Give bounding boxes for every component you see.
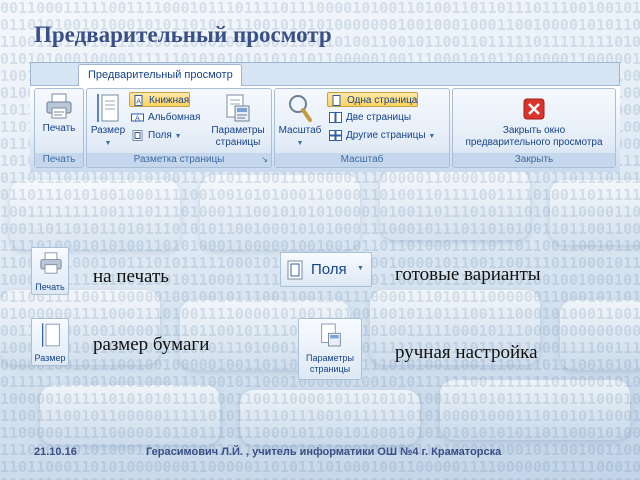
close-preview-button[interactable]: Закрыть окно предварительного просмотра <box>455 91 613 151</box>
page-setup-label: Разметка страницы <box>133 154 225 165</box>
page-size-icon <box>42 323 60 347</box>
dialog-launcher-icon[interactable]: ↘ <box>261 153 268 167</box>
size-button[interactable]: Размер ▼ <box>89 91 127 151</box>
page-params-label-2: страницы <box>215 137 261 148</box>
chevron-down-icon: ▼ <box>174 133 182 140</box>
slide-title: Предварительный просмотр <box>34 22 332 47</box>
other-pages-label: Другие страницы <box>346 130 426 141</box>
one-page-icon <box>332 95 341 106</box>
footer-date: 21.10.16 <box>34 446 77 458</box>
margins-icon <box>287 260 303 280</box>
group-label-close: Закрыть <box>453 153 615 167</box>
print-tile-caption: Печать <box>35 282 65 292</box>
page-parameters-tile: Параметры страницы <box>298 318 362 380</box>
group-label-page-setup: Разметка страницы ↘ <box>87 153 271 167</box>
page-parameters-icon <box>321 323 341 347</box>
page-params-label-1: Параметры <box>211 125 265 136</box>
chevron-down-icon: ▼ <box>296 140 304 147</box>
portrait-icon: A <box>134 95 143 106</box>
portrait-label: Книжная <box>149 95 190 106</box>
landscape-label: Альбомная <box>148 112 201 123</box>
svg-text:A: A <box>136 98 141 106</box>
other-pages-button[interactable]: Другие страницы ▼ <box>327 128 435 143</box>
margins-tile: Поля ▼ <box>280 252 372 287</box>
size-description: размер бумаги <box>93 334 210 355</box>
ribbon-group-page-setup: Размер ▼ A Книжная A Альбомная Поля ▼ Па… <box>86 88 272 168</box>
svg-text:A: A <box>135 115 140 123</box>
margins-label: Поля <box>148 130 172 141</box>
two-pages-button[interactable]: Две страницы <box>327 110 411 125</box>
margins-tile-caption: Поля <box>311 261 347 278</box>
ribbon-group-zoom: Масштаб ▼ Одна страница Две страницы Дру… <box>274 88 450 168</box>
page-params-tile-caption-1: Параметры <box>306 353 354 363</box>
print-button-label: Печать <box>42 123 76 134</box>
two-pages-icon <box>329 112 342 123</box>
print-tile: Печать <box>31 247 69 295</box>
landscape-icon: A <box>131 113 144 123</box>
chevron-down-icon: ▼ <box>428 133 436 140</box>
margins-icon <box>132 130 143 141</box>
size-tile: Размер <box>31 318 69 366</box>
two-pages-label: Две страницы <box>346 112 412 123</box>
zoom-button-label: Масштаб <box>278 125 322 136</box>
margins-description: готовые варианты <box>395 264 541 285</box>
group-label-print: Печать <box>35 153 83 167</box>
ribbon-group-close: Закрыть окно предварительного просмотра … <box>452 88 616 168</box>
close-icon <box>523 98 545 120</box>
tab-print-preview[interactable]: Предварительный просмотр <box>78 64 242 86</box>
page-size-icon <box>97 94 119 122</box>
one-page-button[interactable]: Одна страница <box>327 92 419 107</box>
page-params-tile-caption-2: страницы <box>309 364 351 374</box>
portrait-button[interactable]: A Книжная <box>129 92 191 107</box>
print-button[interactable]: Печать <box>37 91 81 151</box>
close-label-1: Закрыть окно <box>502 125 566 136</box>
magnifier-icon <box>289 95 312 122</box>
close-label-2: предварительного просмотра <box>465 137 603 148</box>
printer-icon <box>40 252 62 274</box>
zoom-button[interactable]: Масштаб ▼ <box>277 91 323 151</box>
landscape-button[interactable]: A Альбомная <box>129 110 200 125</box>
ribbon-group-print: Печать Печать <box>34 88 84 168</box>
group-label-zoom: Масштаб <box>275 153 449 167</box>
page-parameters-icon <box>226 94 250 122</box>
one-page-label: Одна страница <box>347 95 418 106</box>
footer-author: Герасимович Л.Й. , учитель информатики О… <box>146 446 502 458</box>
size-tile-caption: Размер <box>34 353 66 363</box>
margins-button[interactable]: Поля ▼ <box>129 128 182 143</box>
page-parameters-button[interactable]: Параметры страницы <box>207 91 269 151</box>
chevron-down-icon: ▼ <box>104 140 112 147</box>
printer-icon <box>46 93 72 119</box>
multi-pages-icon <box>329 130 342 141</box>
chevron-down-icon: ▼ <box>357 265 364 272</box>
print-description: на печать <box>93 266 169 287</box>
size-button-label: Размер <box>90 125 126 136</box>
params-description: ручная настройка <box>395 342 538 363</box>
